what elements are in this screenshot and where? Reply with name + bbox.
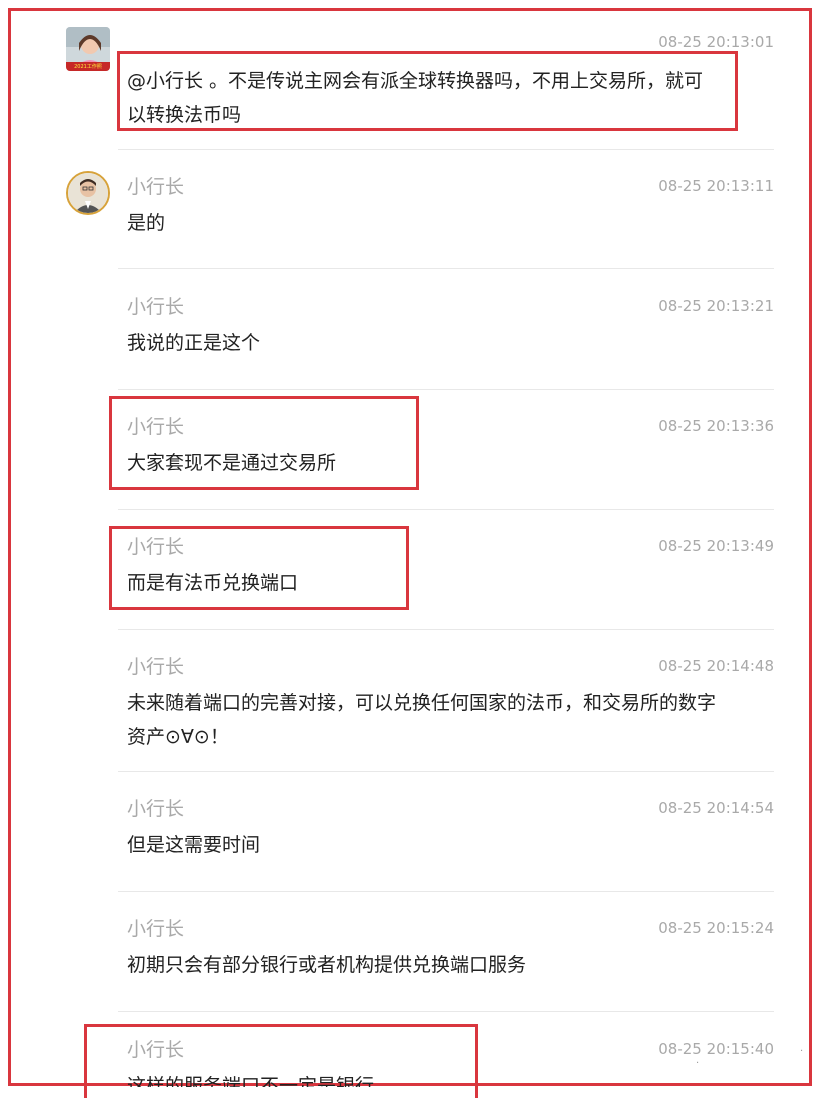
message-time: 08-25 20:13:21 [658,297,774,315]
message-text: 是的 [127,212,166,234]
message-text: 未来随着端口的完善对接，可以兑换任何国家的法币，和交易所的数字资产⊙∀⊙！ [127,692,717,748]
avatar-badge: 2021工作照 [74,64,102,70]
message-sender: 小行长 [127,296,185,318]
decorative-dots: · [800,1046,804,1057]
highlight-box [84,1024,478,1098]
message-time: 08-25 20:15:40 [658,1040,774,1058]
chat-message: 小行长 08-25 20:13:11 是的 [118,174,774,244]
message-text: 初期只会有部分银行或者机构提供兑换端口服务 [127,954,527,976]
message-time: 08-25 20:14:48 [658,657,774,675]
message-time: 08-25 20:13:11 [658,177,774,195]
highlight-box [117,51,738,131]
message-time: 08-25 20:15:24 [658,919,774,937]
message-time: 08-25 20:14:54 [658,799,774,817]
message-text: 但是这需要时间 [127,834,261,856]
message-sender: 小行长 [127,918,185,940]
highlight-box [109,396,419,490]
message-sender: 小行长 [127,798,185,820]
message-divider [118,1011,774,1012]
message-sender: 小行长 [127,176,185,198]
message-divider [118,771,774,772]
chat-message: 小行长 08-25 20:14:48 未来随着端口的完善对接，可以兑换任何国家的… [118,654,774,754]
message-divider [118,509,774,510]
message-divider [118,891,774,892]
chat-message: 小行长 08-25 20:15:24 初期只会有部分银行或者机构提供兑换端口服务 [118,916,774,986]
message-text: 我说的正是这个 [127,332,261,354]
highlight-box [109,526,409,610]
message-sender: 小行长 [127,656,185,678]
chat-message: 小行长 08-25 20:13:21 我说的正是这个 [118,294,774,364]
message-divider [118,149,774,150]
user-avatar[interactable]: 2021工作照 [66,27,110,71]
message-divider [118,629,774,630]
message-divider [118,389,774,390]
sender-avatar[interactable] [66,171,110,215]
chat-message: 小行长 08-25 20:14:54 但是这需要时间 [118,796,774,866]
message-divider [118,268,774,269]
decorative-dots: · [696,1058,700,1069]
message-time: 08-25 20:13:36 [658,417,774,435]
message-time: 08-25 20:13:49 [658,537,774,555]
